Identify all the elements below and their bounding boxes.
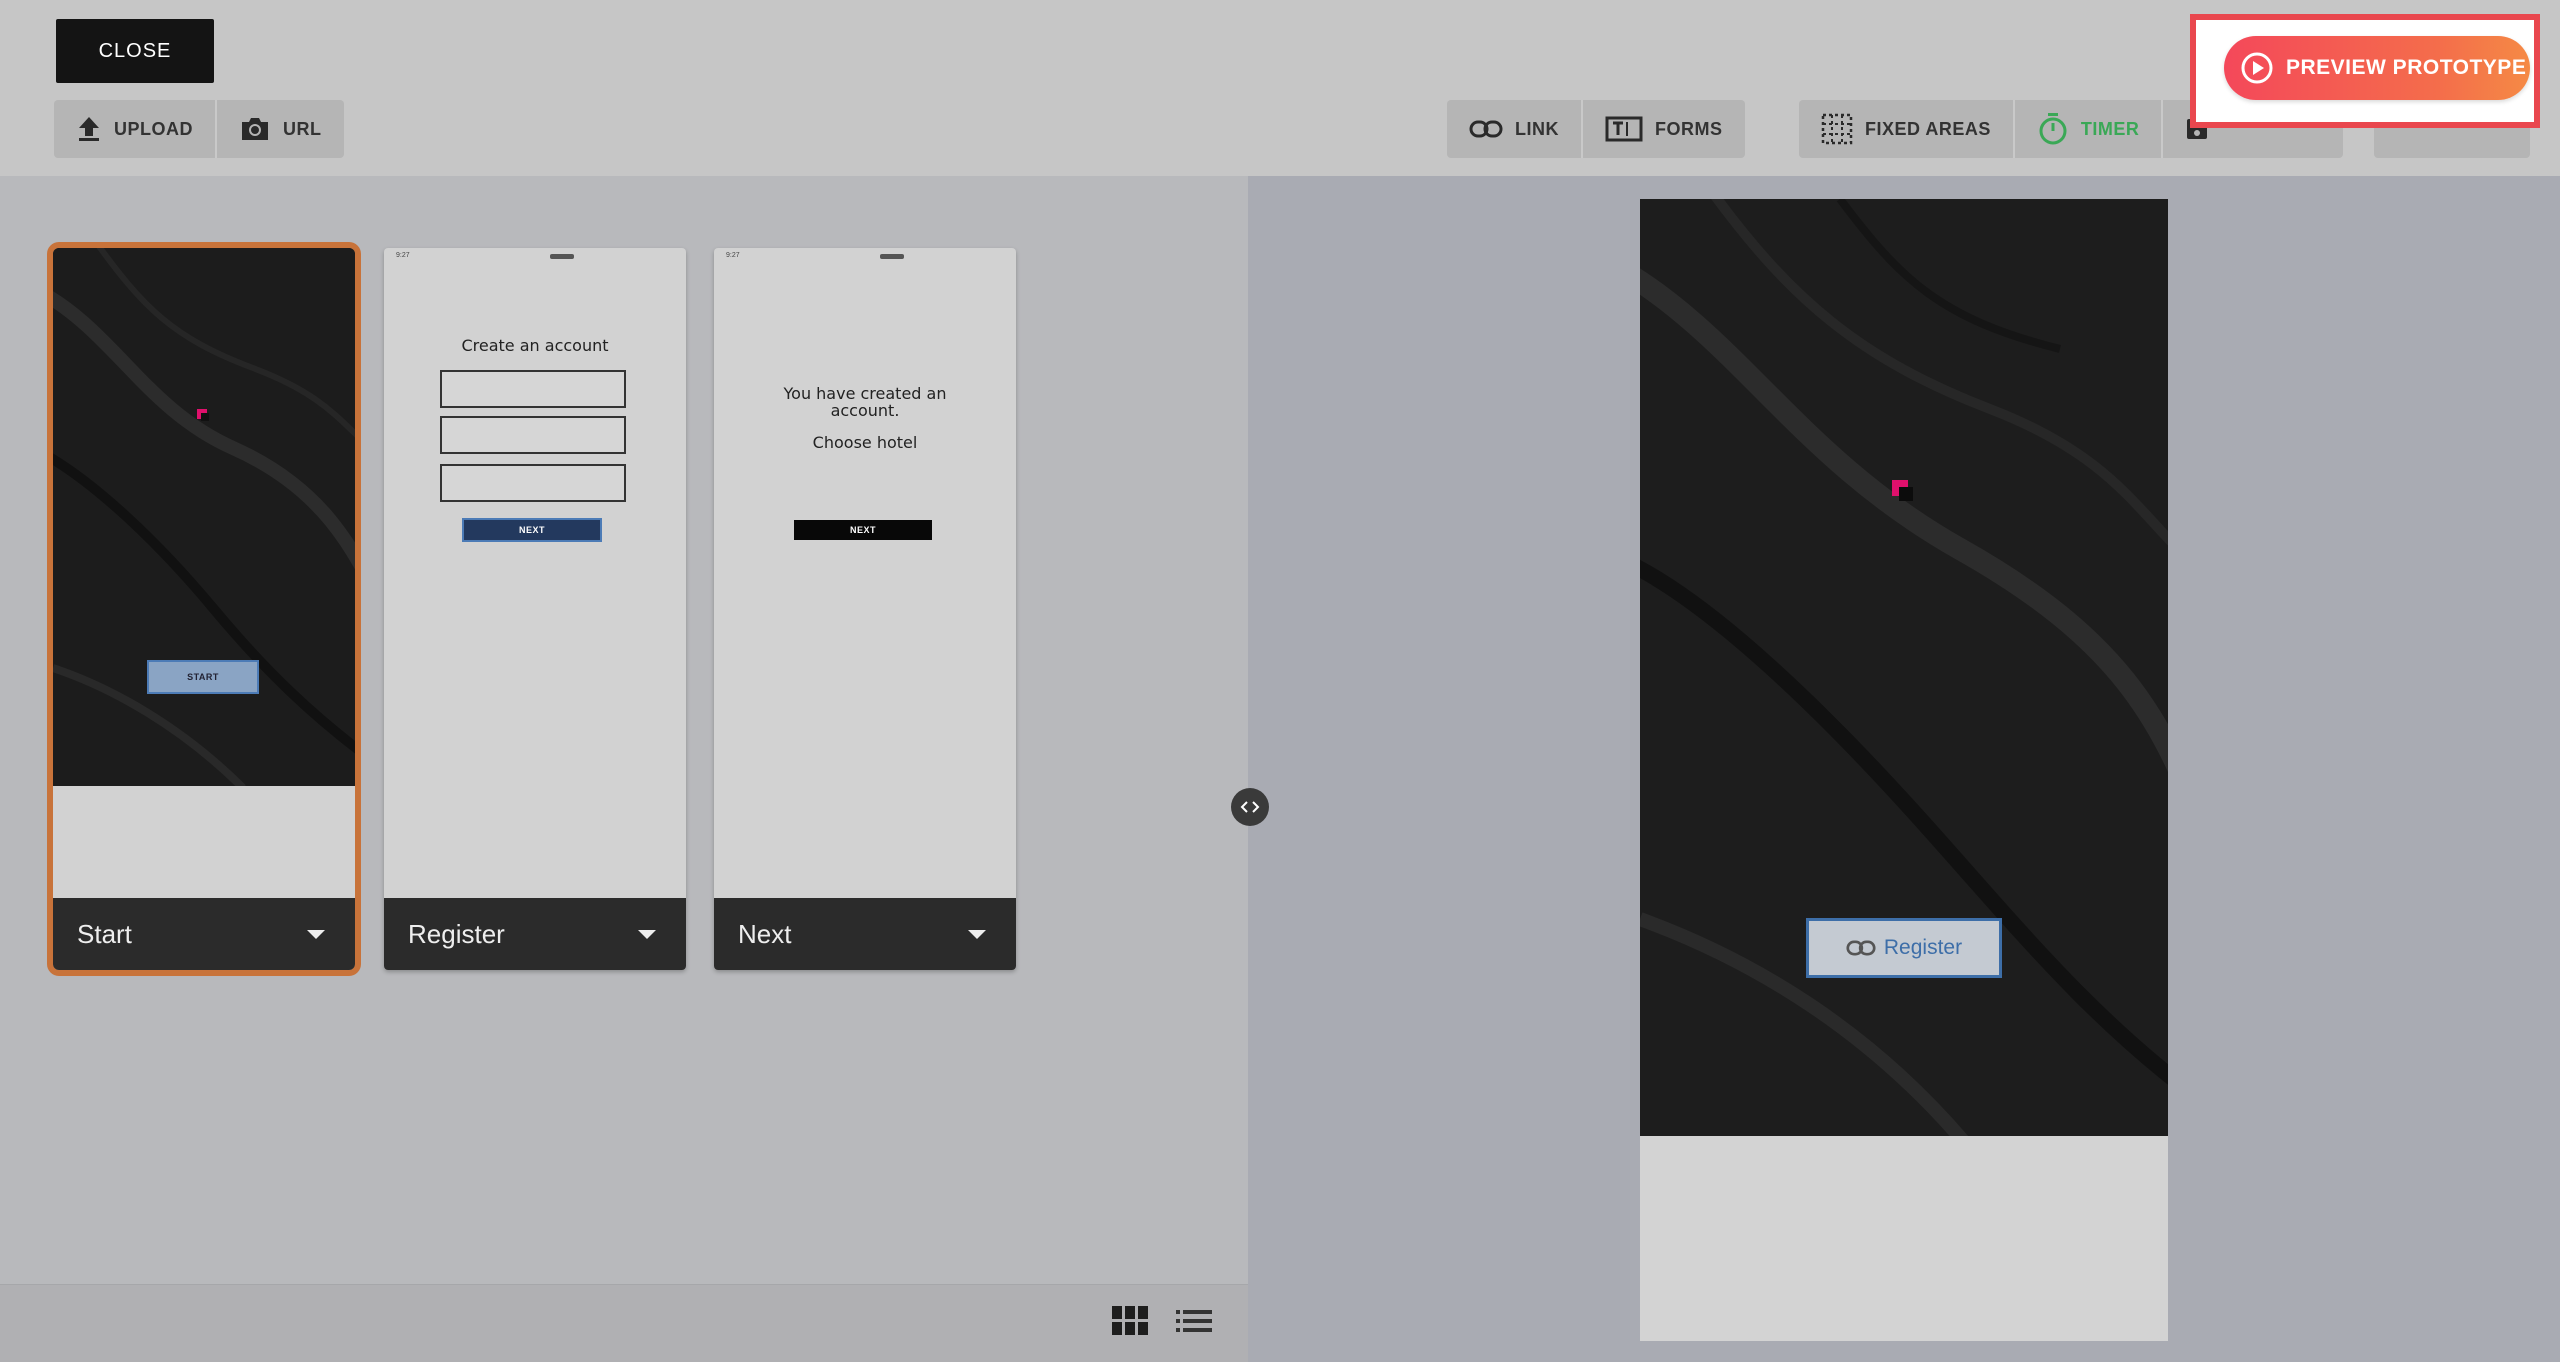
preview-marble-background	[1640, 199, 2168, 1136]
interaction-group: LINK FORMS	[1447, 100, 1745, 158]
upload-label: UPLOAD	[114, 118, 193, 139]
register-link-hotspot[interactable]: Register	[1806, 918, 2002, 978]
status-time: 9:27	[726, 252, 740, 259]
url-label: URL	[283, 118, 322, 139]
next-next-button: NEXT	[794, 520, 932, 540]
register-field-3	[440, 464, 626, 502]
preview-prototype-button[interactable]: PREVIEW PROTOTYPE	[2224, 36, 2530, 100]
preview-prototype-label: PREVIEW PROTOTYPE	[2286, 56, 2527, 79]
status-icons	[550, 254, 574, 259]
caret-down-icon[interactable]	[968, 929, 986, 939]
register-field-1	[440, 370, 626, 408]
caret-down-icon[interactable]	[638, 929, 656, 939]
url-button[interactable]: URL	[217, 100, 344, 158]
timer-icon	[2039, 113, 2067, 145]
fixed-areas-label: FIXED AREAS	[1865, 118, 1991, 139]
screen-preview[interactable]	[1640, 199, 2168, 1341]
play-circle-icon	[2241, 52, 2273, 84]
timer-button[interactable]: TIMER	[2015, 100, 2164, 158]
preview-marble-texture	[1640, 199, 2168, 1136]
screen-card-next[interactable]: 9:27 You have created an account. Choose…	[714, 248, 1016, 970]
link-button[interactable]: LINK	[1447, 100, 1583, 158]
status-icons	[880, 254, 904, 259]
status-time: 9:27	[396, 252, 410, 259]
caret-down-icon[interactable]	[307, 929, 325, 939]
register-field-2	[440, 416, 626, 454]
screen-name: Register	[408, 918, 505, 949]
hotspot-target-label: Register	[1883, 936, 1963, 959]
start-hotspot[interactable]: START	[147, 660, 259, 694]
camera-icon	[242, 118, 268, 140]
close-button[interactable]: CLOSE	[56, 19, 214, 83]
fixed-areas-icon	[1821, 113, 1853, 145]
timer-label: TIMER	[2080, 118, 2140, 139]
upload-icon	[79, 117, 99, 141]
link-icon	[1846, 940, 1876, 956]
view-toggle-bar	[0, 1284, 1248, 1362]
link-icon	[1469, 120, 1503, 138]
screen-card-register[interactable]: 9:27 Create an account NEXT Register	[384, 248, 686, 970]
forms-button[interactable]: FORMS	[1583, 100, 1745, 158]
grid-view-icon[interactable]	[1110, 1304, 1150, 1338]
top-toolbar: CLOSE UPLOAD URL LINK FORMS FIXED AREAS …	[0, 0, 2560, 176]
forms-label: FORMS	[1655, 118, 1723, 139]
fixed-areas-button[interactable]: FIXED AREAS	[1799, 100, 2015, 158]
list-view-icon[interactable]	[1174, 1304, 1214, 1338]
screen-card-footer[interactable]: Next	[714, 898, 1016, 970]
screen-card-footer[interactable]: Start	[53, 898, 355, 970]
screen-name: Next	[738, 918, 792, 949]
register-title: Create an account	[461, 336, 609, 355]
next-title-line2: account.	[830, 401, 900, 420]
forms-icon	[1605, 116, 1643, 142]
screen-name: Start	[77, 918, 132, 949]
marble-texture	[53, 248, 355, 786]
screen-card-start[interactable]: START Start	[47, 242, 361, 976]
register-next-button: NEXT	[462, 518, 602, 542]
screen-card-footer[interactable]: Register	[384, 898, 686, 970]
marble-background: START	[53, 248, 355, 786]
code-arrows-icon	[1240, 801, 1260, 813]
next-subtitle: Choose hotel	[812, 433, 918, 452]
upload-button[interactable]: UPLOAD	[54, 100, 217, 158]
panel-resize-handle[interactable]	[1231, 788, 1269, 826]
link-label: LINK	[1515, 118, 1559, 139]
import-group: UPLOAD URL	[54, 100, 344, 158]
